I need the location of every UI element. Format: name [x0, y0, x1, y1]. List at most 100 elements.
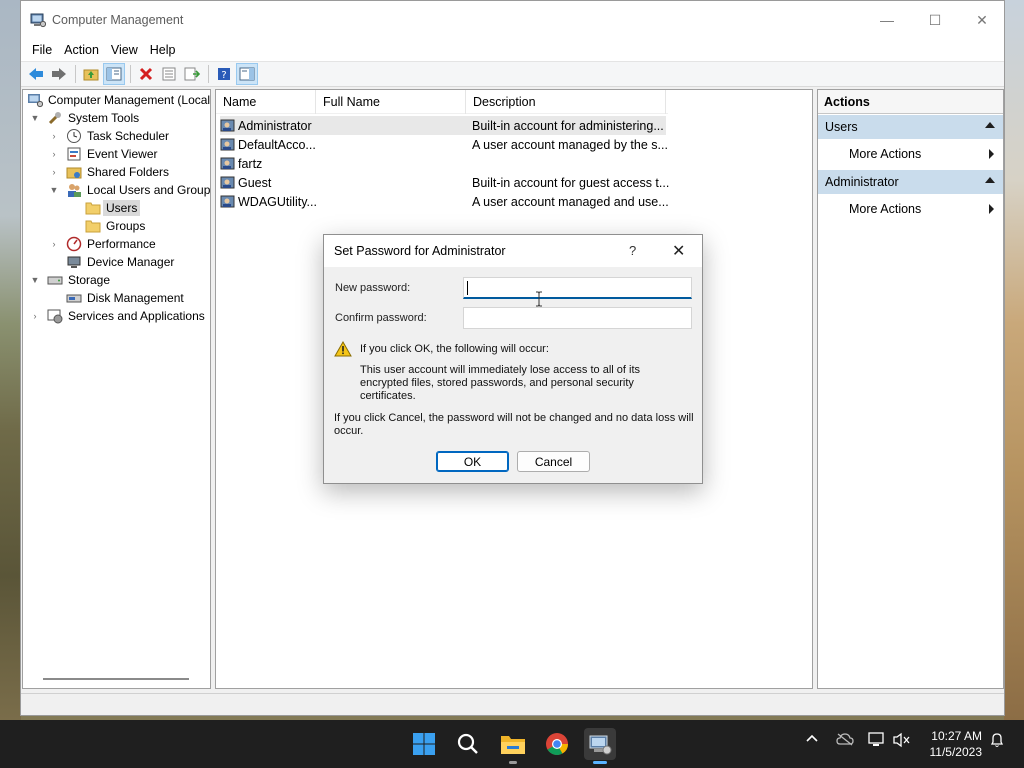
tree-item-task-scheduler[interactable]: › Task Scheduler: [48, 127, 169, 145]
help-button[interactable]: ?: [213, 63, 235, 85]
tree-item-device-manager[interactable]: Device Manager: [66, 253, 174, 271]
network-icon[interactable]: [868, 732, 886, 751]
search-button[interactable]: [452, 728, 484, 760]
window-title: Computer Management: [52, 13, 184, 27]
show-hide-console-tree-button[interactable]: [103, 63, 125, 85]
dialog-close-button[interactable]: ✕: [672, 241, 685, 261]
tree-item-groups[interactable]: Groups: [85, 217, 145, 235]
back-button[interactable]: [25, 63, 47, 85]
user-description: A user account managed by the s...: [472, 137, 668, 152]
menu-action[interactable]: Action: [58, 43, 105, 57]
notification-bell-icon[interactable]: [989, 732, 1005, 751]
forward-button[interactable]: [48, 63, 70, 85]
tree-item-event-viewer[interactable]: › Event Viewer: [48, 145, 158, 163]
menu-file[interactable]: File: [26, 43, 58, 57]
help-icon[interactable]: ?: [629, 243, 636, 258]
expand-icon[interactable]: ›: [48, 149, 60, 159]
minimize-button[interactable]: —: [864, 1, 910, 39]
user-icon: [220, 118, 236, 134]
tree-label: Device Manager: [87, 255, 175, 269]
new-password-field[interactable]: [463, 277, 692, 299]
tree-item-disk-management[interactable]: Disk Management: [66, 289, 184, 307]
tree-label: Shared Folders: [87, 165, 170, 179]
warning-icon: [334, 341, 352, 357]
system-clock[interactable]: 10:27 AM 11/5/2023: [924, 728, 983, 760]
show-hide-action-pane-button[interactable]: [236, 63, 258, 85]
tree-label: Performance: [87, 237, 156, 251]
actions-section-users[interactable]: Users: [818, 115, 1003, 139]
services-icon: [47, 308, 63, 324]
users-groups-icon: [66, 182, 82, 198]
delete-button[interactable]: [135, 63, 157, 85]
menu-view[interactable]: View: [105, 43, 144, 57]
column-header-description[interactable]: Description: [466, 90, 666, 114]
list-item[interactable]: Guest Built-in account for guest access …: [220, 173, 669, 192]
collapse-icon[interactable]: ▼: [29, 275, 41, 285]
ok-button[interactable]: OK: [436, 451, 509, 472]
expand-icon[interactable]: ›: [48, 167, 60, 177]
more-actions-users[interactable]: More Actions: [818, 139, 1003, 169]
computer-management-taskbar-button[interactable]: [584, 728, 616, 764]
maximize-button[interactable]: ☐: [912, 1, 958, 39]
onedrive-icon[interactable]: [836, 732, 854, 749]
delete-icon: [139, 67, 153, 81]
tree-item-storage[interactable]: ▼ Storage: [29, 271, 111, 289]
action-label: More Actions: [849, 147, 922, 161]
tree-item-performance[interactable]: › Performance: [48, 235, 156, 253]
expand-icon[interactable]: ›: [48, 131, 60, 141]
tree-item-users[interactable]: Users: [85, 199, 141, 217]
file-explorer-button[interactable]: [497, 728, 529, 764]
up-one-level-button[interactable]: [80, 63, 102, 85]
list-item[interactable]: Administrator Built-in account for admin…: [220, 116, 666, 135]
column-header-full-name[interactable]: Full Name: [316, 90, 466, 114]
clock-icon: [66, 128, 82, 144]
close-button[interactable]: ✕: [959, 1, 1005, 39]
volume-muted-icon[interactable]: [893, 732, 911, 751]
properties-button[interactable]: [158, 63, 180, 85]
title-bar[interactable]: Computer Management — ☐ ✕: [21, 1, 1004, 39]
windows-logo-icon: [413, 733, 435, 755]
user-description: Built-in account for administering...: [472, 118, 664, 133]
tree-item-root[interactable]: Computer Management (Local: [27, 91, 210, 109]
list-item[interactable]: WDAGUtility... A user account managed an…: [220, 192, 669, 211]
list-header: Name Full Name Description: [216, 90, 668, 114]
chrome-button[interactable]: [541, 728, 573, 760]
tree-item-local-users-and-groups[interactable]: ▼ Local Users and Groups: [48, 181, 210, 199]
computer-management-icon: [27, 92, 43, 108]
warning-heading: If you click OK, the following will occu…: [360, 343, 549, 355]
tree-label: Users: [103, 200, 141, 216]
disk-icon: [66, 290, 82, 306]
search-icon: [457, 733, 478, 754]
horizontal-scrollbar[interactable]: [43, 678, 189, 680]
list-item[interactable]: DefaultAcco... A user account managed by…: [220, 135, 668, 154]
export-list-button[interactable]: [181, 63, 203, 85]
collapse-icon[interactable]: ▼: [29, 113, 41, 123]
properties-icon: [162, 67, 176, 81]
confirm-password-field[interactable]: [463, 307, 692, 329]
submenu-arrow-icon: [989, 204, 994, 214]
svg-text:?: ?: [221, 70, 226, 81]
toolbar-separator: [208, 65, 209, 83]
tree-item-system-tools[interactable]: ▼ System Tools: [29, 109, 140, 127]
shared-folders-icon: [66, 164, 82, 180]
dialog-title-bar[interactable]: Set Password for Administrator ? ✕: [324, 235, 702, 267]
cancel-button[interactable]: Cancel: [517, 451, 590, 472]
start-button[interactable]: [408, 728, 440, 760]
ibeam-cursor-icon: [536, 291, 542, 307]
expand-icon[interactable]: ›: [48, 239, 60, 249]
console-tree-icon: [106, 67, 122, 81]
show-hidden-icons-chevron-icon[interactable]: [805, 732, 819, 749]
menu-help[interactable]: Help: [144, 43, 182, 57]
collapse-icon[interactable]: ▼: [48, 185, 60, 195]
expand-icon[interactable]: ›: [29, 311, 41, 321]
tree-item-services-and-applications[interactable]: › Services and Applications: [29, 307, 205, 325]
actions-section-administrator[interactable]: Administrator: [818, 170, 1003, 194]
tree-item-shared-folders[interactable]: › Shared Folders: [48, 163, 170, 181]
more-actions-administrator[interactable]: More Actions: [818, 194, 1003, 224]
set-password-dialog: Set Password for Administrator ? ✕ New p…: [323, 234, 703, 484]
column-header-name[interactable]: Name: [216, 90, 316, 114]
user-description: A user account managed and use...: [472, 194, 669, 209]
export-icon: [184, 67, 200, 81]
chrome-icon: [546, 733, 568, 755]
list-item[interactable]: fartz: [220, 154, 472, 173]
